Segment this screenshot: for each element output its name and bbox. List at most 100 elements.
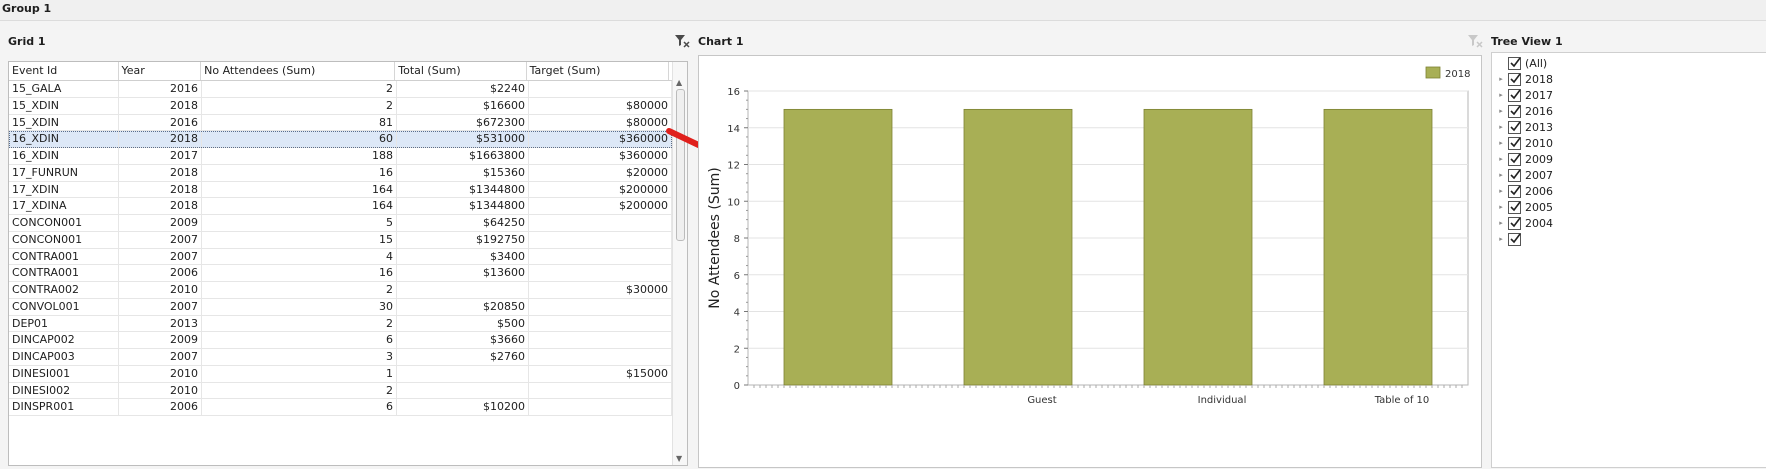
y-tick-label: 10 <box>727 197 740 208</box>
table-cell: 30 <box>202 298 397 315</box>
bar[interactable] <box>963 108 1073 386</box>
tree-item[interactable]: ▸ 2005 <box>1496 199 1553 215</box>
y-tick-label: 2 <box>734 344 740 355</box>
bar[interactable] <box>783 108 893 386</box>
tree-item[interactable]: ▸ 2013 <box>1496 119 1553 135</box>
table-row[interactable]: CONTRA001 2007 4 $3400 <box>9 248 672 266</box>
tree-view[interactable]: (All) ▸ 2018 ▸ 2017 ▸ 2016 ▸ 2013 ▸ 2010 ▸ 2009 ▸ 2007… <box>1491 52 1766 468</box>
checkbox-checked-icon[interactable] <box>1508 136 1521 150</box>
table-cell: $30000 <box>529 282 672 298</box>
table-row[interactable]: 16_XDIN 2018 60 $531000 $360000 <box>9 131 672 148</box>
checkbox-checked-icon[interactable] <box>1508 232 1521 246</box>
expand-arrow-icon[interactable]: ▸ <box>1496 203 1506 211</box>
bar[interactable] <box>1143 108 1253 386</box>
checkbox-checked-icon[interactable] <box>1508 120 1521 134</box>
table-cell: $13600 <box>397 265 529 281</box>
expand-arrow-icon[interactable]: ▸ <box>1496 123 1506 131</box>
table-row[interactable]: DINESI001 2010 1 $15000 <box>9 365 672 383</box>
table-row[interactable]: CONTRA002 2010 2 $30000 <box>9 282 672 299</box>
table-cell: CONCON001 <box>9 231 119 248</box>
table-row[interactable]: CONTRA001 2006 16 $13600 <box>9 265 672 282</box>
table-cell: 2009 <box>119 332 202 348</box>
table-cell: 2017 <box>119 148 202 164</box>
table-cell: DINESI001 <box>9 365 119 382</box>
tree-item-label: 2016 <box>1525 104 1553 118</box>
table-cell: $64250 <box>397 215 529 231</box>
table-cell <box>529 332 672 348</box>
table-row[interactable]: DINCAP002 2009 6 $3660 <box>9 332 672 349</box>
table-cell: $3400 <box>397 248 529 265</box>
table-row[interactable]: DINSPR001 2006 6 $10200 <box>9 399 672 416</box>
column-header[interactable]: Total (Sum) <box>395 62 527 80</box>
table-cell: 2 <box>202 282 397 298</box>
column-header[interactable]: No Attendees (Sum) <box>201 62 396 80</box>
table-cell: 16_XDIN <box>9 131 119 147</box>
tree-item[interactable]: ▸ <box>1496 231 1525 247</box>
table-row[interactable]: 17_FUNRUN 2018 16 $15360 $20000 <box>9 164 672 182</box>
column-header[interactable]: Event Id <box>9 62 119 80</box>
expand-arrow-icon[interactable]: ▸ <box>1496 75 1506 83</box>
tree-item[interactable]: ▸ 2017 <box>1496 87 1553 103</box>
table-cell: 15_GALA <box>9 81 119 97</box>
table-row[interactable]: 17_XDIN 2018 164 $1344800 $200000 <box>9 181 672 199</box>
table-cell: 2010 <box>119 282 202 298</box>
tree-item[interactable]: ▸ 2009 <box>1496 151 1553 167</box>
table-cell <box>529 298 672 315</box>
table-row[interactable]: 17_XDINA 2018 164 $1344800 $200000 <box>9 198 672 215</box>
table-row[interactable]: 15_GALA 2016 2 $2240 <box>9 81 672 98</box>
table-row[interactable]: DEP01 2013 2 $500 <box>9 315 672 333</box>
expand-arrow-icon[interactable]: ▸ <box>1496 107 1506 115</box>
table-row[interactable]: DINESI002 2010 2 <box>9 382 672 400</box>
scroll-down-icon[interactable]: ▼ <box>676 454 682 463</box>
chart-panel[interactable]: 0 2 4 6 8 10 12 14 16 No Attendees (Sum) Guest Indi… <box>698 55 1482 468</box>
table-cell <box>529 399 672 415</box>
checkbox-checked-icon[interactable] <box>1508 200 1521 214</box>
tree-item[interactable]: ▸ 2007 <box>1496 167 1553 183</box>
clear-filter-icon[interactable] <box>674 34 690 48</box>
tree-item[interactable]: ▸ 2016 <box>1496 103 1553 119</box>
checkbox-checked-icon[interactable] <box>1508 216 1521 230</box>
checkbox-checked-icon[interactable] <box>1508 168 1521 182</box>
grid-scrollbar[interactable]: ▲ ▼ <box>672 62 687 465</box>
checkbox-checked-icon[interactable] <box>1508 184 1521 198</box>
expand-arrow-icon[interactable]: ▸ <box>1496 235 1506 243</box>
table-cell: DINSPR001 <box>9 399 119 415</box>
table-cell: 16 <box>202 265 397 281</box>
bar-chart[interactable]: 0 2 4 6 8 10 12 14 16 No Attendees (Sum) Guest Indi… <box>699 56 1481 467</box>
data-grid[interactable]: Event Id Year No Attendees (Sum) Total (Sum… <box>8 61 688 466</box>
table-row[interactable]: DINCAP003 2007 3 $2760 <box>9 349 672 366</box>
checkbox-checked-icon[interactable] <box>1508 152 1521 166</box>
expand-arrow-icon[interactable]: ▸ <box>1496 139 1506 147</box>
expand-arrow-icon[interactable]: ▸ <box>1496 155 1506 163</box>
table-row[interactable]: 15_XDIN 2018 2 $16600 $80000 <box>9 97 672 115</box>
tree-item[interactable]: ▸ 2004 <box>1496 215 1553 231</box>
expand-arrow-icon[interactable]: ▸ <box>1496 219 1506 227</box>
table-row[interactable]: 15_XDIN 2016 81 $672300 $80000 <box>9 114 672 132</box>
tree-item[interactable]: ▸ 2006 <box>1496 183 1553 199</box>
column-header[interactable]: Target (Sum) <box>527 62 669 80</box>
tree-item-all[interactable]: (All) <box>1508 55 1547 71</box>
expand-arrow-icon[interactable]: ▸ <box>1496 171 1506 179</box>
checkbox-checked-icon[interactable] <box>1508 56 1521 70</box>
checkbox-checked-icon[interactable] <box>1508 72 1521 86</box>
checkbox-checked-icon[interactable] <box>1508 88 1521 102</box>
table-cell <box>397 382 529 399</box>
table-row[interactable]: CONVOL001 2007 30 $20850 <box>9 298 672 316</box>
table-row[interactable]: 16_XDIN 2017 188 $1663800 $360000 <box>9 148 672 165</box>
table-cell: $20000 <box>529 164 672 181</box>
scroll-thumb[interactable] <box>676 89 685 241</box>
table-cell: DINESI002 <box>9 382 119 399</box>
expand-arrow-icon[interactable]: ▸ <box>1496 91 1506 99</box>
table-cell: 2007 <box>119 231 202 248</box>
tree-item[interactable]: ▸ 2018 <box>1496 71 1553 87</box>
table-cell: $1344800 <box>397 198 529 214</box>
bar[interactable] <box>1323 108 1433 386</box>
scroll-up-icon[interactable]: ▲ <box>676 78 682 87</box>
table-cell: 2010 <box>119 365 202 382</box>
column-header[interactable]: Year <box>119 62 202 80</box>
expand-arrow-icon[interactable]: ▸ <box>1496 187 1506 195</box>
tree-item[interactable]: ▸ 2010 <box>1496 135 1553 151</box>
checkbox-checked-icon[interactable] <box>1508 104 1521 118</box>
table-row[interactable]: CONCON001 2009 5 $64250 <box>9 215 672 232</box>
table-row[interactable]: CONCON001 2007 15 $192750 <box>9 231 672 249</box>
